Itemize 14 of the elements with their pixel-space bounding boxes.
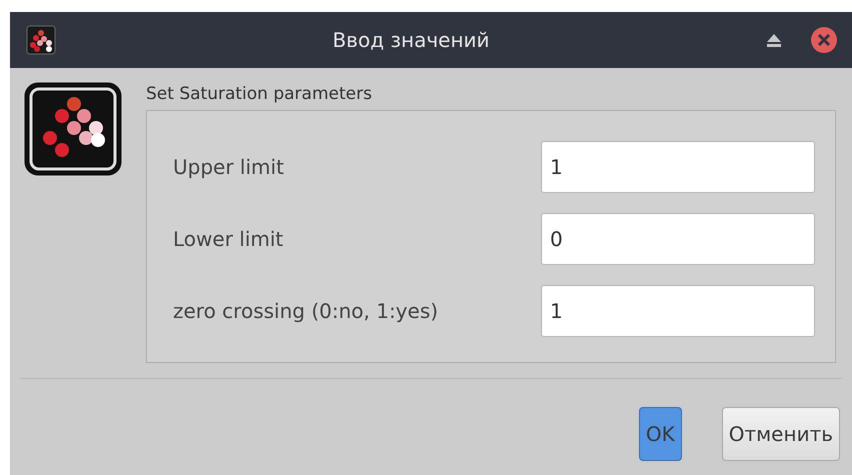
eject-icon[interactable] (766, 33, 782, 47)
app-icon (26, 25, 56, 55)
input-field[interactable]: 0 (541, 212, 815, 264)
input-field[interactable]: 1 (541, 284, 815, 336)
app-icon (24, 82, 122, 176)
dialog-button[interactable]: Отменить (722, 406, 840, 460)
input-field[interactable]: 1 (541, 140, 815, 192)
group-heading: Set Saturation parameters (146, 83, 373, 106)
dialog-button[interactable]: OK (638, 406, 682, 460)
field-label: Lower limit (173, 226, 284, 252)
window-title: Ввод значений (331, 27, 491, 54)
close-icon[interactable] (810, 26, 838, 54)
field-label: zero crossing (0:no, 1:yes) (173, 298, 438, 324)
field-label: Upper limit (173, 154, 284, 180)
